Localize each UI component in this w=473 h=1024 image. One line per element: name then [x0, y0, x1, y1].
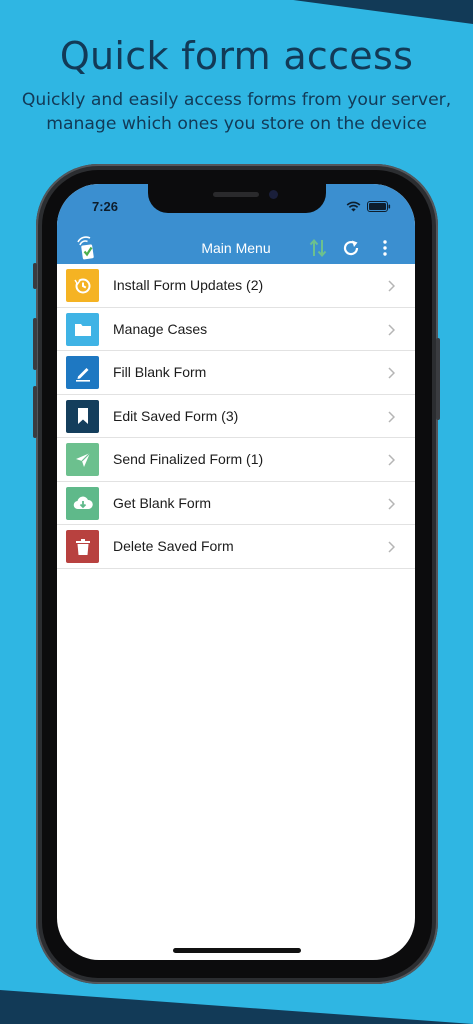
chevron-right-icon [388, 540, 396, 558]
menu-item-get-blank-form[interactable]: Get Blank Form [57, 481, 415, 525]
cloud-download-icon [66, 486, 99, 520]
pencil-icon [66, 356, 99, 389]
menu-item-manage-cases[interactable]: Manage Cases [57, 307, 415, 351]
chevron-right-icon [388, 366, 396, 384]
refresh-icon[interactable] [340, 235, 362, 261]
notch [148, 184, 326, 213]
status-bar: 7:26 [57, 184, 415, 232]
subtitle: Quickly and easily access forms from you… [0, 88, 473, 136]
chevron-right-icon [388, 279, 396, 297]
chevron-right-icon [388, 497, 396, 515]
folder-icon [66, 312, 99, 346]
status-icons [346, 199, 391, 217]
phone-power-button [436, 338, 440, 420]
chevron-right-icon [388, 410, 396, 428]
menu-item-label: Delete Saved Form [113, 538, 234, 554]
menu-item-send-finalized-form[interactable]: Send Finalized Form (1) [57, 438, 415, 482]
front-camera [269, 190, 278, 199]
trash-icon [66, 530, 99, 563]
phone-screen: 7:26 Main Menu Install Form Updates (2) … [57, 184, 415, 960]
status-time: 7:26 [92, 199, 119, 214]
menu-item-label: Install Form Updates (2) [113, 277, 264, 293]
phone-volume-up [33, 318, 37, 370]
menu-item-label: Fill Blank Form [113, 364, 207, 380]
menu-item-delete-saved-form[interactable]: Delete Saved Form [57, 525, 415, 569]
wifi-icon [346, 199, 361, 217]
menu-item-edit-saved-form[interactable]: Edit Saved Form (3) [57, 394, 415, 438]
chevron-right-icon [388, 453, 396, 471]
headline: Quick form access [59, 34, 414, 78]
update-icon [66, 269, 99, 302]
nav-bar: Main Menu [57, 232, 415, 264]
bookmark-icon [66, 399, 99, 433]
subtitle-line-2: manage which ones you store on the devic… [46, 114, 427, 134]
home-indicator[interactable] [173, 948, 301, 953]
speaker-grille [213, 192, 259, 197]
subtitle-line-1: Quickly and easily access forms from you… [21, 90, 452, 110]
battery-icon [367, 199, 391, 217]
corner-decoration-bottom [0, 990, 473, 1024]
more-options-icon[interactable] [375, 235, 395, 261]
send-icon [66, 443, 99, 476]
corner-decoration-top [293, 0, 473, 24]
phone-volume-down [33, 386, 37, 438]
phone-mute-switch [33, 263, 37, 289]
sort-icon[interactable] [307, 235, 329, 261]
main-menu-list: Install Form Updates (2) Manage Cases Fi… [57, 264, 415, 569]
chevron-right-icon [388, 323, 396, 341]
menu-item-label: Send Finalized Form (1) [113, 451, 264, 467]
menu-item-install-form-updates[interactable]: Install Form Updates (2) [57, 264, 415, 308]
menu-item-label: Get Blank Form [113, 494, 212, 511]
menu-item-fill-blank-form[interactable]: Fill Blank Form [57, 351, 415, 395]
menu-item-label: Edit Saved Form (3) [113, 407, 239, 424]
menu-item-label: Manage Cases [113, 320, 208, 337]
